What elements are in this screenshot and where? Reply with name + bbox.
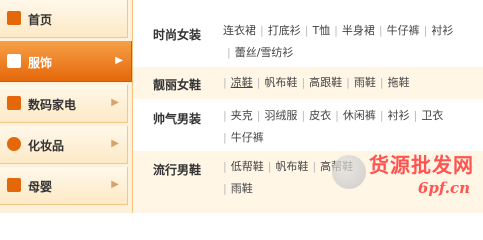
sidebar-item-label: 服饰 <box>28 56 53 70</box>
link-list: | 凉鞋 | 帆布鞋 | 高跟鞋 | 雨鞋 | 拖鞋 <box>223 76 410 89</box>
link-dress[interactable]: 连衣裙 <box>223 24 256 37</box>
link-rain-boots[interactable]: 雨鞋 <box>354 76 376 89</box>
section-womens-shoes: 靓丽女鞋 | 凉鞋 | 帆布鞋 | 高跟鞋 | 雨鞋 | 拖鞋 <box>133 67 483 99</box>
link-rain-boots[interactable]: 雨鞋 <box>231 182 253 195</box>
sidebar-item-baby[interactable]: 母婴 ▶ <box>0 167 128 205</box>
section-title: 靓丽女鞋 <box>153 78 202 92</box>
sidebar-item-cosmetics[interactable]: 化妆品 ▶ <box>0 126 128 164</box>
link-canvas-shoes[interactable]: 帆布鞋 <box>275 160 308 173</box>
sidebar-item-clothing[interactable]: 服饰 ▶ <box>0 41 132 82</box>
section-mens-clothing: 帅气男装 | 夹克 | 羽绒服 | 皮衣 | 休闲裤 | 衬衫 | 卫衣 | 牛仔裤 <box>133 101 483 149</box>
link-canvas-shoes[interactable]: 帆布鞋 <box>264 76 297 89</box>
link-down-coat[interactable]: 羽绒服 <box>264 109 297 122</box>
link-lace-chiffon[interactable]: 蕾丝/雪纺衫 <box>235 46 294 59</box>
link-shirt[interactable]: 衬衫 <box>431 24 453 37</box>
chevron-right-icon: ▶ <box>111 138 119 149</box>
sidebar-item-label: 数码家电 <box>28 98 77 112</box>
link-list: 连衣裙 | 打底衫 | T恤 | 半身裙 | 牛仔裤 | 衬衫 | 蕾丝/雪纺衫 <box>223 24 454 59</box>
link-shirt[interactable]: 衬衫 <box>388 109 410 122</box>
category-sidebar: 首页 服饰 ▶ 数码家电 ▶ 化妆品 ▶ 母婴 ▶ <box>0 0 132 213</box>
link-tshirt[interactable]: T恤 <box>312 24 330 37</box>
link-slippers[interactable]: 拖鞋 <box>388 76 410 89</box>
section-title: 帅气男装 <box>153 112 202 126</box>
section-title: 流行男鞋 <box>153 163 202 177</box>
link-jeans[interactable]: 牛仔裤 <box>387 24 420 37</box>
watermark: 货源批发网 6pf.cn <box>328 149 478 207</box>
home-icon <box>7 11 21 25</box>
link-base-shirt[interactable]: 打底衫 <box>268 24 301 37</box>
link-jeans[interactable]: 牛仔裤 <box>231 131 264 144</box>
baby-icon <box>7 178 21 192</box>
watermark-logo-icon <box>332 155 366 189</box>
sidebar-item-label: 化妆品 <box>28 139 65 153</box>
subcategory-panel: 时尚女装 连衣裙 | 打底衫 | T恤 | 半身裙 | 牛仔裤 | 衬衫 | 蕾丝/雪纺衫 靓丽女鞋 |… <box>132 0 483 213</box>
sidebar-item-label: 首页 <box>28 13 53 27</box>
link-hoodie[interactable]: 卫衣 <box>421 109 443 122</box>
chevron-right-icon: ▶ <box>111 97 119 108</box>
chevron-right-icon: ▶ <box>115 55 123 66</box>
link-list: | 夹克 | 羽绒服 | 皮衣 | 休闲裤 | 衬衫 | 卫衣 | 牛仔裤 <box>223 109 444 144</box>
link-skirt[interactable]: 半身裙 <box>342 24 375 37</box>
sidebar-item-home[interactable]: 首页 <box>0 0 128 38</box>
sidebar-item-label: 母婴 <box>28 180 53 194</box>
link-leather-coat[interactable]: 皮衣 <box>309 109 331 122</box>
chevron-right-icon: ▶ <box>111 179 119 190</box>
link-sandals[interactable]: 凉鞋 <box>231 76 253 89</box>
section-womens-clothing: 时尚女装 连衣裙 | 打底衫 | T恤 | 半身裙 | 牛仔裤 | 衬衫 | 蕾丝/雪纺衫 <box>133 0 483 64</box>
sidebar-item-electronics[interactable]: 数码家电 ▶ <box>0 85 128 123</box>
clothing-icon <box>7 54 21 68</box>
cosmetics-icon <box>7 137 21 151</box>
link-casual-pants[interactable]: 休闲裤 <box>343 109 376 122</box>
watermark-url: 6pf.cn <box>417 179 470 197</box>
category-menu: 首页 服饰 ▶ 数码家电 ▶ 化妆品 ▶ 母婴 ▶ 时尚女装 连衣裙 | 打底衫 | T <box>0 0 483 213</box>
laptop-icon <box>7 96 21 110</box>
watermark-text: 货源批发网 <box>369 153 474 177</box>
link-low-top-shoes[interactable]: 低帮鞋 <box>231 160 264 173</box>
link-high-heels[interactable]: 高跟鞋 <box>309 76 342 89</box>
link-jacket[interactable]: 夹克 <box>231 109 253 122</box>
section-title: 时尚女装 <box>153 28 202 42</box>
